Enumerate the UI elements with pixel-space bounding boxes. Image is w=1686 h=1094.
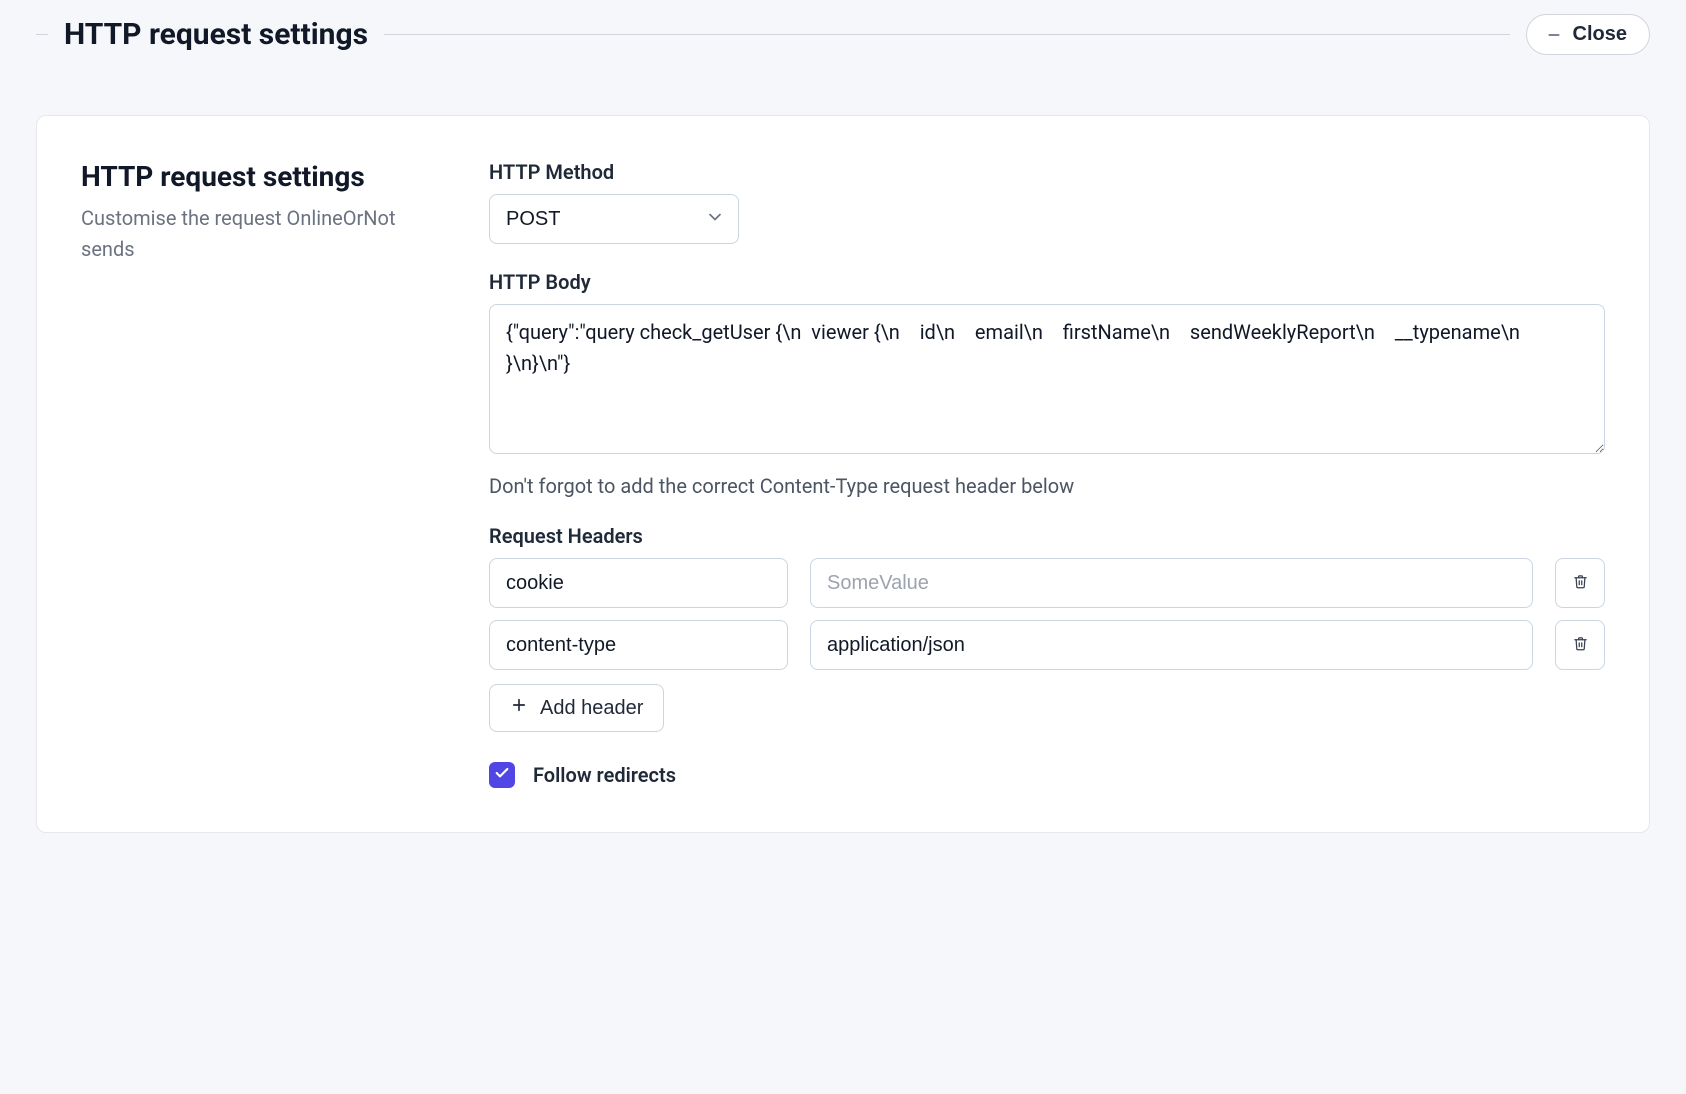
header-name-input[interactable]: [489, 620, 788, 670]
check-icon: [494, 765, 510, 785]
header-name-input[interactable]: [489, 558, 788, 608]
section-divider-left: [36, 34, 48, 35]
http-method-label: HTTP Method: [489, 160, 1605, 184]
plus-icon: [510, 696, 528, 720]
follow-redirects-checkbox[interactable]: [489, 762, 515, 788]
panel-heading: HTTP request settings: [81, 160, 441, 193]
header-value-input[interactable]: [810, 620, 1533, 670]
add-header-label: Add header: [540, 697, 643, 720]
header-row: [489, 558, 1605, 608]
close-button-label: Close: [1573, 23, 1627, 46]
follow-redirects-label: Follow redirects: [533, 763, 676, 787]
minus-icon: [1545, 26, 1563, 44]
close-button[interactable]: Close: [1526, 14, 1650, 55]
add-header-button[interactable]: Add header: [489, 684, 664, 732]
request-headers-label: Request Headers: [489, 524, 1605, 548]
settings-card: HTTP request settings Customise the requ…: [36, 115, 1650, 833]
http-method-select[interactable]: POST: [489, 194, 739, 244]
delete-header-button[interactable]: [1555, 558, 1605, 608]
panel-description: Customise the request OnlineOrNot sends: [81, 203, 441, 265]
section-divider: [384, 34, 1510, 35]
trash-icon: [1573, 636, 1588, 654]
http-body-label: HTTP Body: [489, 270, 1605, 294]
delete-header-button[interactable]: [1555, 620, 1605, 670]
header-row: [489, 620, 1605, 670]
http-body-helper: Don't forgot to add the correct Content-…: [489, 474, 1605, 498]
section-title: HTTP request settings: [64, 17, 368, 52]
http-body-textarea[interactable]: [489, 304, 1605, 454]
header-value-input[interactable]: [810, 558, 1533, 608]
trash-icon: [1573, 574, 1588, 592]
